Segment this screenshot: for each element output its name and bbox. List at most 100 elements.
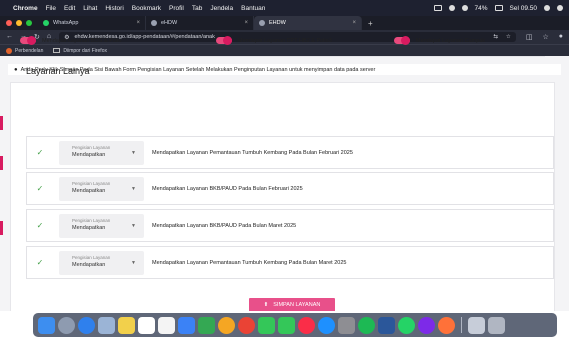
tab-label: WhatsApp — [53, 20, 79, 26]
service-status-select[interactable]: Pengisian Layanan Mendapatkan ▼ — [59, 140, 144, 165]
toggle-switch[interactable] — [20, 36, 36, 45]
macos-dock — [33, 313, 557, 337]
check-icon: ✓ — [36, 258, 44, 267]
dock-keynote-icon[interactable] — [178, 316, 195, 334]
macos-menu-bar: Chrome File Edit Lihat Histori Bookmark … — [0, 0, 569, 16]
control-center-icon[interactable] — [557, 5, 563, 11]
dock-system-settings-icon[interactable] — [338, 316, 355, 334]
toggle-label: Mendapat Layanan DPT HB2 & Polio3 — [238, 37, 332, 44]
profile-icon[interactable]: ● — [559, 33, 563, 41]
menu-clock[interactable]: Sel 09.50 — [510, 5, 537, 12]
check-icon: ✓ — [36, 148, 44, 157]
battery-icon[interactable] — [494, 5, 503, 11]
caret-down-icon: ▼ — [131, 185, 136, 192]
save-icon: ⬆ — [263, 302, 269, 308]
close-tab-icon[interactable]: × — [352, 20, 356, 26]
dock-reminders-icon[interactable] — [158, 316, 175, 334]
dock-launchpad-icon[interactable] — [58, 316, 75, 334]
search-icon[interactable] — [544, 5, 550, 11]
window-controls — [6, 20, 32, 26]
side-accent — [0, 156, 3, 170]
dock-spotify-icon[interactable] — [358, 316, 375, 334]
tab-label: EHDW — [269, 20, 286, 26]
bookmark-star-icon[interactable]: ☆ — [542, 33, 548, 41]
bullet-icon: ● — [14, 66, 18, 73]
tab-ehdw[interactable]: eHDW × — [146, 16, 254, 30]
menu-item-help[interactable]: Bantuan — [241, 5, 265, 12]
section-title: Layanan Lainya — [26, 66, 90, 76]
close-tab-icon[interactable]: × — [244, 20, 248, 26]
tab-ehdw-active[interactable]: EHDW × — [254, 16, 362, 30]
minimize-window-button[interactable] — [16, 20, 22, 26]
menu-item-bookmarks[interactable]: Bookmark — [132, 5, 161, 12]
service-status-select[interactable]: Pengisian Layanan Mendapatkan ▼ — [59, 213, 144, 238]
divider — [20, 56, 545, 57]
dock-photos-icon[interactable] — [218, 316, 235, 334]
dock-finder-icon[interactable] — [38, 316, 55, 334]
service-row: ✓ Pengisian Layanan Mendapatkan ▼ Mendap… — [26, 209, 554, 242]
menu-item-file[interactable]: File — [46, 5, 56, 12]
service-description: Mendapatkan Layanan Pemantauan Tumbuh Ke… — [152, 259, 347, 266]
save-button-label: SIMPAN LAYANAN — [273, 302, 321, 308]
check-icon: ✓ — [36, 221, 44, 230]
service-status-select[interactable]: Pengisian Layanan Mendapatkan ▼ — [59, 176, 144, 201]
dock-preview-icon[interactable] — [98, 316, 115, 334]
zoom-window-button[interactable] — [26, 20, 32, 26]
dock-word-icon[interactable] — [378, 316, 395, 334]
side-accent — [0, 221, 3, 235]
dock-facetime-icon[interactable] — [258, 316, 275, 334]
tab-whatsapp[interactable]: WhatsApp × — [38, 16, 146, 30]
side-accent — [0, 116, 3, 130]
caret-down-icon: ▼ — [131, 222, 136, 229]
menu-item-history[interactable]: Histori — [105, 5, 123, 12]
service-row: ✓ Pengisian Layanan Mendapatkan ▼ Mendap… — [26, 246, 554, 279]
service-row: ✓ Pengisian Layanan Mendapatkan ▼ Mendap… — [26, 136, 554, 169]
service-description: Mendapatkan Layanan BKB/PAUD Pada Bulan … — [152, 185, 303, 192]
toggle-switch[interactable] — [216, 36, 232, 45]
service-status-select[interactable]: Pengisian Layanan Mendapatkan ▼ — [59, 250, 144, 275]
dock-whatsapp-icon[interactable] — [398, 316, 415, 334]
service-description: Mendapatkan Layanan BKB/PAUD Pada Bulan … — [152, 222, 297, 229]
dock-calendar-icon[interactable] — [138, 316, 155, 334]
caret-down-icon: ▼ — [131, 149, 136, 156]
dock-finder-window-icon[interactable] — [468, 316, 485, 334]
wifi-icon[interactable] — [448, 5, 455, 11]
back-icon[interactable]: ← — [6, 33, 13, 41]
new-tab-button[interactable]: + — [368, 19, 373, 28]
dock-app-store-icon[interactable] — [318, 316, 335, 334]
toggle-dpt-polio[interactable]: Mendapat Layanan DPT HB2 & Polio3 — [216, 36, 332, 45]
dock-notes-icon[interactable] — [118, 316, 135, 334]
menu-app-name[interactable]: Chrome — [13, 5, 38, 12]
menu-item-view[interactable]: Lihat — [83, 5, 97, 12]
save-services-button[interactable]: ⬆ SIMPAN LAYANAN — [249, 298, 335, 312]
browser-tab-bar: WhatsApp × eHDW × EHDW × + — [0, 16, 569, 30]
close-tab-icon[interactable]: × — [136, 20, 140, 26]
immunization-toggles: Mendapat Layanan BCG & Polio Mendapat La… — [20, 36, 540, 51]
toggle-campak[interactable]: Mendapat Layanan Campak — [394, 36, 486, 45]
menu-item-edit[interactable]: Edit — [64, 5, 75, 12]
close-window-button[interactable] — [6, 20, 12, 26]
toggle-label: Mendapat Layanan BCG & Polio — [42, 37, 122, 44]
tab-label: eHDW — [161, 20, 178, 26]
dock-trash-icon[interactable] — [488, 316, 505, 334]
battery-percent[interactable]: 74% — [475, 5, 488, 12]
dock-canva-icon[interactable] — [418, 316, 435, 334]
status-icon[interactable] — [433, 5, 442, 11]
toggle-switch[interactable] — [394, 36, 410, 45]
dock-music-icon[interactable] — [298, 316, 315, 334]
menu-item-tab[interactable]: Tab — [192, 5, 202, 12]
dock-numbers-icon[interactable] — [198, 316, 215, 334]
volume-icon[interactable] — [461, 5, 468, 11]
notice-banner: ● Anda Perlu Klik Simpan Pada Sisi Bawah… — [8, 64, 561, 75]
dock-separator — [461, 317, 462, 333]
toggle-label: Mendapat Layanan Campak — [416, 37, 486, 44]
toggle-bcg-polio[interactable]: Mendapat Layanan BCG & Polio — [20, 36, 122, 45]
dock-safari-icon[interactable] — [78, 316, 95, 334]
dock-firefox-icon[interactable] — [438, 316, 455, 334]
service-row: ✓ Pengisian Layanan Mendapatkan ▼ Mendap… — [26, 172, 554, 205]
caret-down-icon: ▼ — [131, 259, 136, 266]
dock-messages-icon[interactable] — [278, 316, 295, 334]
menu-item-window[interactable]: Jendela — [210, 5, 233, 12]
dock-chrome-icon[interactable] — [238, 316, 255, 334]
menu-item-profile[interactable]: Profil — [169, 5, 184, 12]
